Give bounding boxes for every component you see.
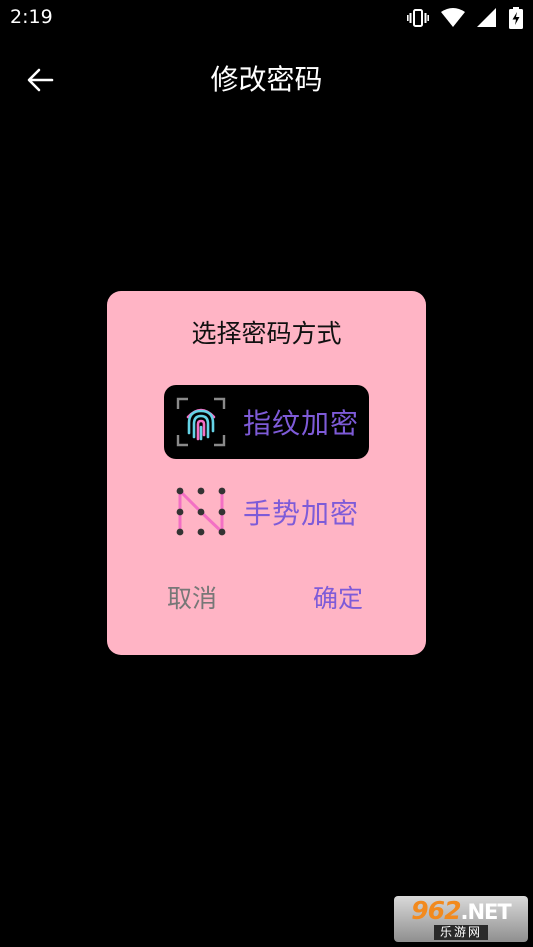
vibrate-icon [407,8,430,32]
confirm-button[interactable]: 确定 [313,579,363,615]
gesture-option-label: 手势加密 [243,497,360,530]
status-bar: 2:19 [0,0,533,36]
watermark-top: 962.NET [411,896,511,925]
wifi-icon [441,8,465,32]
fingerprint-option[interactable]: 指纹加密 [164,385,369,459]
watermark-bottom: 乐游网 [433,925,488,940]
password-method-dialog: 选择密码方式 指纹加密 手势加密 取消 确定 [107,291,426,655]
gesture-pattern-icon [176,487,226,537]
page-title: 修改密码 [210,63,323,96]
watermark-logo: 962.NET 乐游网 [394,896,528,942]
status-icons [407,7,523,33]
watermark-suffix: .NET [460,900,511,924]
screen: 2:19 修改密码 选择密码方式 指纹加密 手势加密 取消 确定 962.NET… [0,0,533,947]
dialog-actions: 取消 确定 [107,579,426,619]
fingerprint-icon [176,397,226,447]
watermark-number: 962 [411,896,461,925]
fingerprint-option-label: 指纹加密 [243,407,360,440]
status-time: 2:19 [10,6,53,28]
signal-icon [477,8,497,32]
cancel-button[interactable]: 取消 [167,579,217,615]
gesture-option[interactable]: 手势加密 [164,475,369,549]
battery-charging-icon [509,7,523,33]
dialog-title: 选择密码方式 [191,319,342,348]
toolbar: 修改密码 [0,50,533,110]
